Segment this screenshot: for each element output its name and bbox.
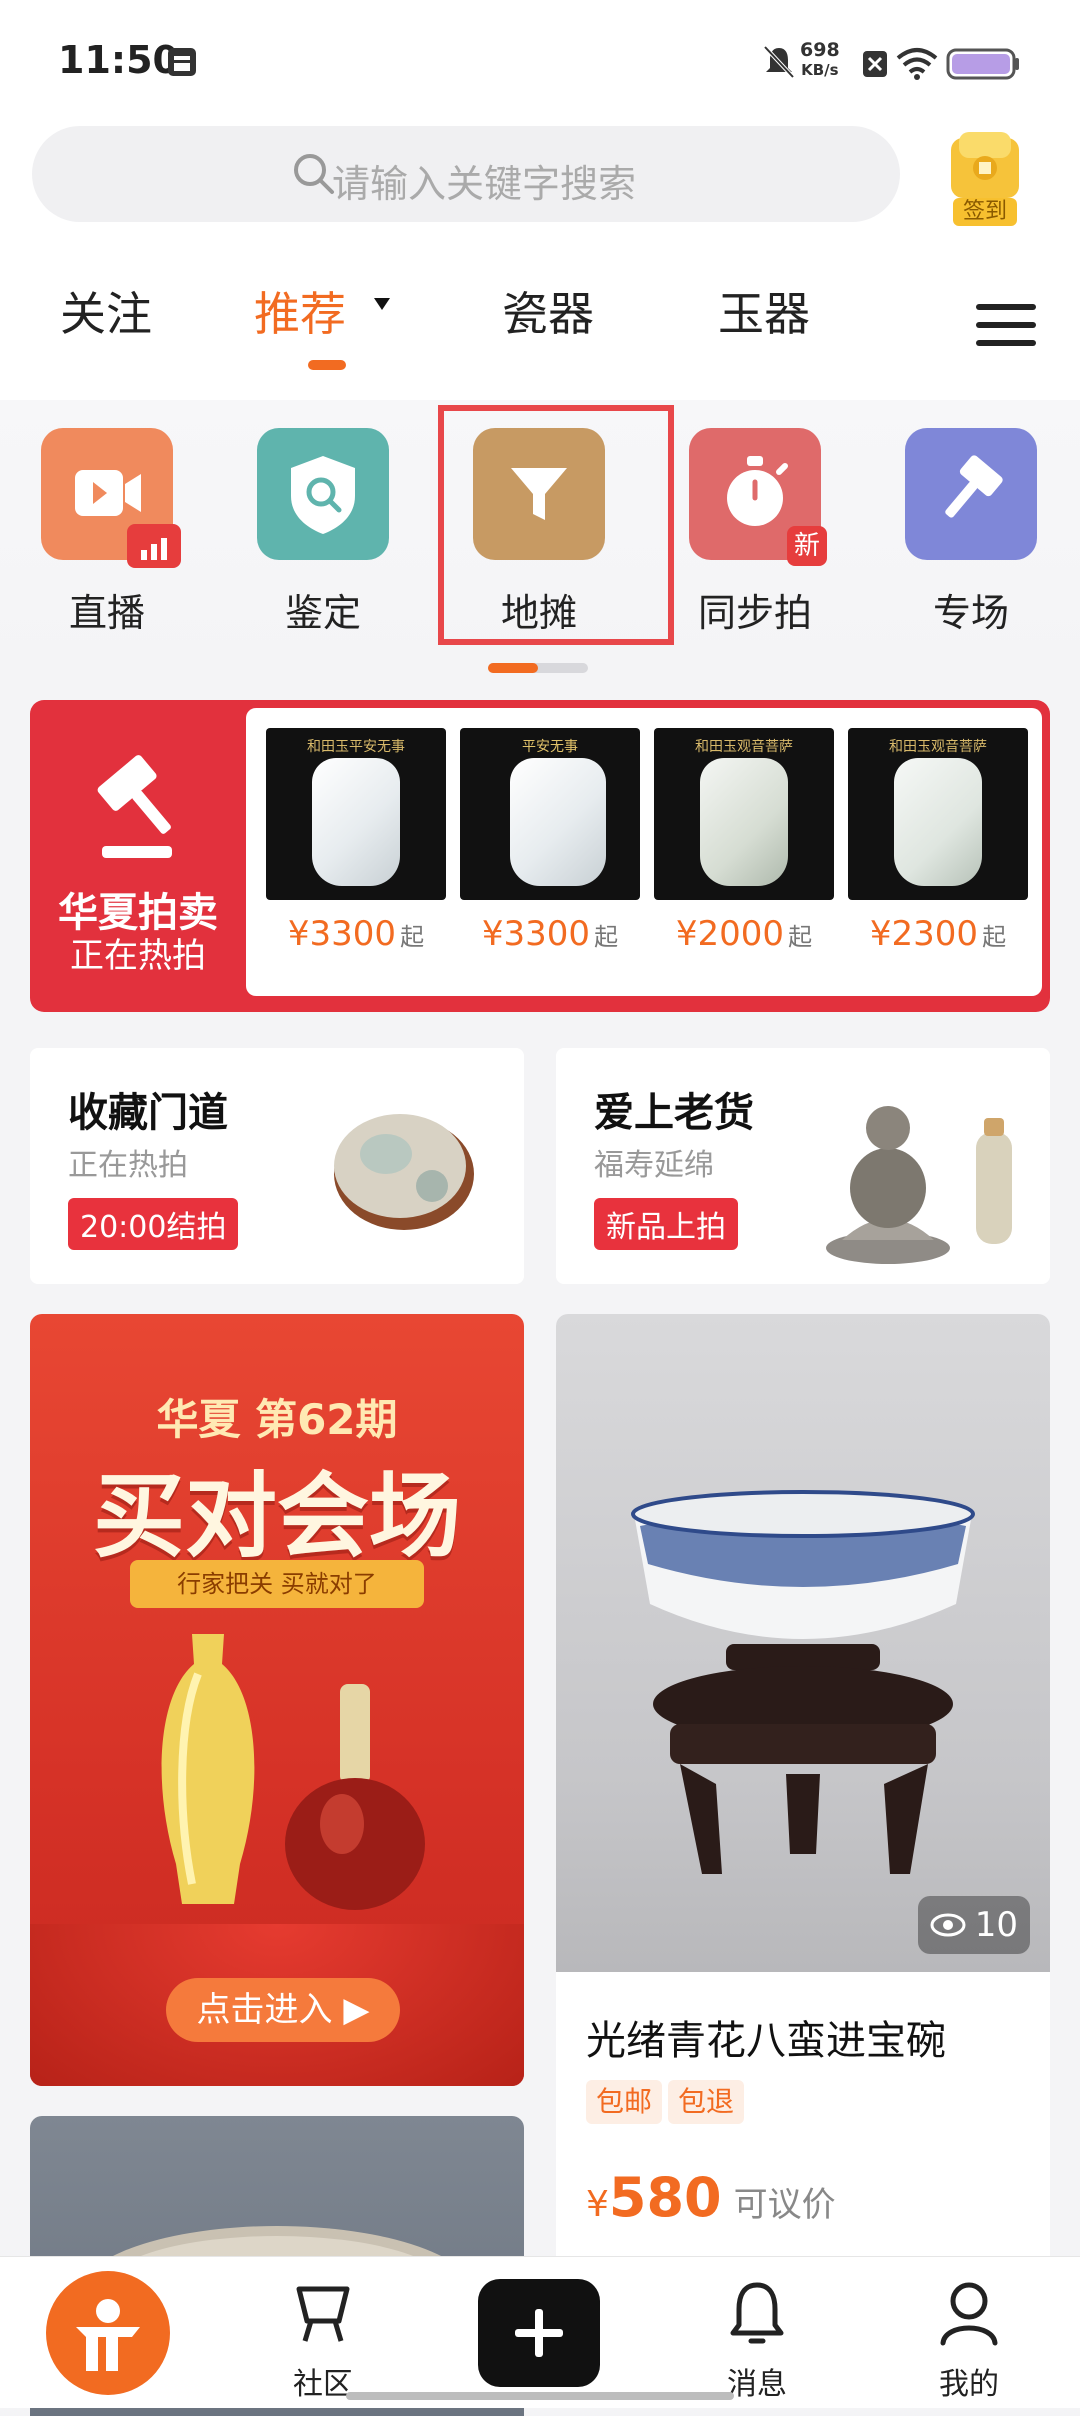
auction-subtitle: 正在热拍 bbox=[70, 936, 206, 976]
active-tab-indicator bbox=[308, 360, 346, 370]
wifi-icon bbox=[896, 48, 938, 80]
card-title: 收藏门道 bbox=[68, 1090, 228, 1136]
battery-icon bbox=[946, 48, 1019, 80]
jade-pendant-image bbox=[334, 1114, 474, 1230]
product-price: ¥580 可议价 bbox=[586, 2166, 836, 2229]
auction-price: ¥2300 起 bbox=[869, 914, 1007, 954]
card-collecting-tips[interactable]: 收藏门道 正在热拍 20:00结拍 bbox=[30, 1048, 524, 1284]
jade-thumbnail: 和田玉平安无事 bbox=[266, 728, 446, 900]
auction-price: ¥3300 起 bbox=[481, 914, 619, 954]
auction-price: ¥2000 起 bbox=[675, 914, 813, 954]
bell-icon bbox=[730, 2282, 784, 2344]
buddha-statue-image bbox=[826, 1106, 1012, 1264]
nav-community[interactable]: 社区 bbox=[258, 2257, 388, 2409]
mute-bell-icon bbox=[763, 45, 795, 79]
community-icon bbox=[296, 2286, 350, 2342]
auction-items: 和田玉平安无事 ¥3300 起 平安无事 ¥3300 起 和田玉观音菩萨 ¥2000… bbox=[246, 708, 1042, 996]
tab-jade[interactable]: 玉器 bbox=[718, 278, 810, 344]
home-indicator[interactable] bbox=[346, 2392, 734, 2400]
auction-item[interactable]: 和田玉观音菩萨 ¥2000 起 bbox=[654, 728, 834, 954]
promo-headline: 买对会场 bbox=[92, 1463, 461, 1570]
dropdown-arrow-icon[interactable] bbox=[372, 296, 392, 312]
nav-messages[interactable]: 消息 bbox=[692, 2257, 822, 2409]
status-bar: 11:50 698 KB/s bbox=[0, 0, 1080, 120]
gavel-icon bbox=[97, 755, 172, 858]
product-card[interactable]: 10 光绪青花八蛮进宝碗 包邮 包退 ¥580 可议价 bbox=[556, 1314, 1050, 2268]
new-badge: 新 bbox=[787, 526, 827, 566]
promo-card[interactable]: 华夏 第62期 买对会场 行家把关 买就对了 点击进入 ▶ bbox=[30, 1314, 524, 2086]
jade-thumbnail: 和田玉观音菩萨 bbox=[654, 728, 834, 900]
card-badge: 20:00结拍 bbox=[68, 1198, 239, 1250]
promo-ribbon: 行家把关 买就对了 bbox=[130, 1560, 424, 1608]
live-bars-badge bbox=[127, 524, 181, 568]
search-icon bbox=[294, 154, 334, 194]
shortcut-special-session[interactable]: 专场 bbox=[896, 428, 1046, 637]
negotiable-label: 可议价 bbox=[733, 2185, 836, 2225]
yellow-vase-image bbox=[161, 1634, 255, 1904]
bottom-nav: 社区 消息 我的 bbox=[0, 2256, 1080, 2408]
tab-recommend[interactable]: 推荐 bbox=[254, 278, 346, 344]
highlight-box bbox=[438, 405, 674, 645]
search-bar[interactable]: 请输入关键字搜索 bbox=[32, 126, 900, 222]
view-count: 10 bbox=[918, 1896, 1030, 1954]
card-subtitle: 正在热拍 bbox=[68, 1148, 188, 1183]
auction-item[interactable]: 和田玉观音菩萨 ¥2300 起 bbox=[848, 728, 1028, 954]
signin-label: 签到 bbox=[953, 198, 1017, 226]
shortcut-label: 专场 bbox=[932, 591, 1009, 635]
card-subtitle: 福寿延绵 bbox=[594, 1148, 714, 1183]
card-badge: 新品上拍 bbox=[594, 1198, 738, 1250]
tab-porcelain[interactable]: 瓷器 bbox=[502, 278, 594, 344]
network-speed-unit: KB/s bbox=[801, 61, 839, 79]
publish-button[interactable] bbox=[478, 2279, 600, 2387]
shortcut-label: 同步拍 bbox=[697, 591, 812, 635]
header: 请输入关键字搜索 签到 关注 推荐 瓷器 玉器 bbox=[0, 120, 1080, 400]
network-speed: 698 KB/s bbox=[800, 40, 840, 80]
notification-app-icon bbox=[168, 48, 196, 76]
gavel-icon bbox=[905, 428, 1037, 560]
shortcut-live[interactable]: 直播 bbox=[32, 428, 182, 637]
auction-item[interactable]: 和田玉平安无事 ¥3300 起 bbox=[266, 728, 446, 954]
plus-icon bbox=[515, 2309, 563, 2357]
auction-banner[interactable]: 华夏拍卖 正在热拍 和田玉平安无事 ¥3300 起 平安无事 ¥3300 起 和田玉… bbox=[30, 700, 1050, 1012]
search-placeholder: 请输入关键字搜索 bbox=[332, 162, 637, 206]
nav-profile[interactable]: 我的 bbox=[904, 2257, 1034, 2409]
jade-thumbnail: 和田玉观音菩萨 bbox=[848, 728, 1028, 900]
shortcut-appraisal[interactable]: 鉴定 bbox=[248, 428, 398, 637]
blue-white-bowl-image bbox=[631, 1490, 975, 1874]
status-time: 11:50 bbox=[58, 38, 179, 82]
user-icon bbox=[940, 2282, 998, 2346]
eye-icon bbox=[930, 1913, 966, 1937]
promo-issue: 华夏 第62期 bbox=[156, 1395, 398, 1444]
shield-search-icon bbox=[257, 428, 389, 560]
shortcut-label: 鉴定 bbox=[284, 591, 361, 635]
card-title: 爱上老货 bbox=[594, 1090, 754, 1136]
video-camera-icon bbox=[41, 428, 181, 568]
treasure-chest-icon bbox=[951, 132, 1019, 198]
network-speed-value: 698 bbox=[800, 39, 840, 61]
tag-returnable: 包退 bbox=[668, 2080, 745, 2124]
auction-price: ¥3300 起 bbox=[287, 914, 425, 954]
stopwatch-icon: 新 bbox=[689, 428, 827, 566]
sim-off-icon bbox=[863, 51, 887, 77]
home-logo-button[interactable] bbox=[46, 2271, 170, 2395]
red-vase-image bbox=[285, 1684, 425, 1910]
shortcut-label: 直播 bbox=[68, 591, 145, 635]
promo-enter-button[interactable]: 点击进入 ▶ bbox=[166, 1978, 400, 2042]
nav-label: 我的 bbox=[939, 2367, 999, 2402]
jade-thumbnail: 平安无事 bbox=[460, 728, 640, 900]
product-photo: 10 bbox=[556, 1314, 1050, 1972]
shortcut-sync-auction[interactable]: 新 同步拍 bbox=[680, 428, 830, 637]
tag-free-shipping: 包邮 bbox=[586, 2080, 663, 2124]
product-title: 光绪青花八蛮进宝碗 bbox=[586, 2018, 946, 2064]
signin-button[interactable]: 签到 bbox=[945, 128, 1025, 228]
shortcut-scroll-indicator bbox=[488, 663, 588, 673]
menu-icon[interactable] bbox=[940, 280, 1066, 370]
auction-item[interactable]: 平安无事 ¥3300 起 bbox=[460, 728, 640, 954]
app-logo-icon bbox=[76, 2299, 140, 2371]
card-antiques[interactable]: 爱上老货 福寿延绵 新品上拍 bbox=[556, 1048, 1050, 1284]
tab-follow[interactable]: 关注 bbox=[60, 278, 152, 344]
